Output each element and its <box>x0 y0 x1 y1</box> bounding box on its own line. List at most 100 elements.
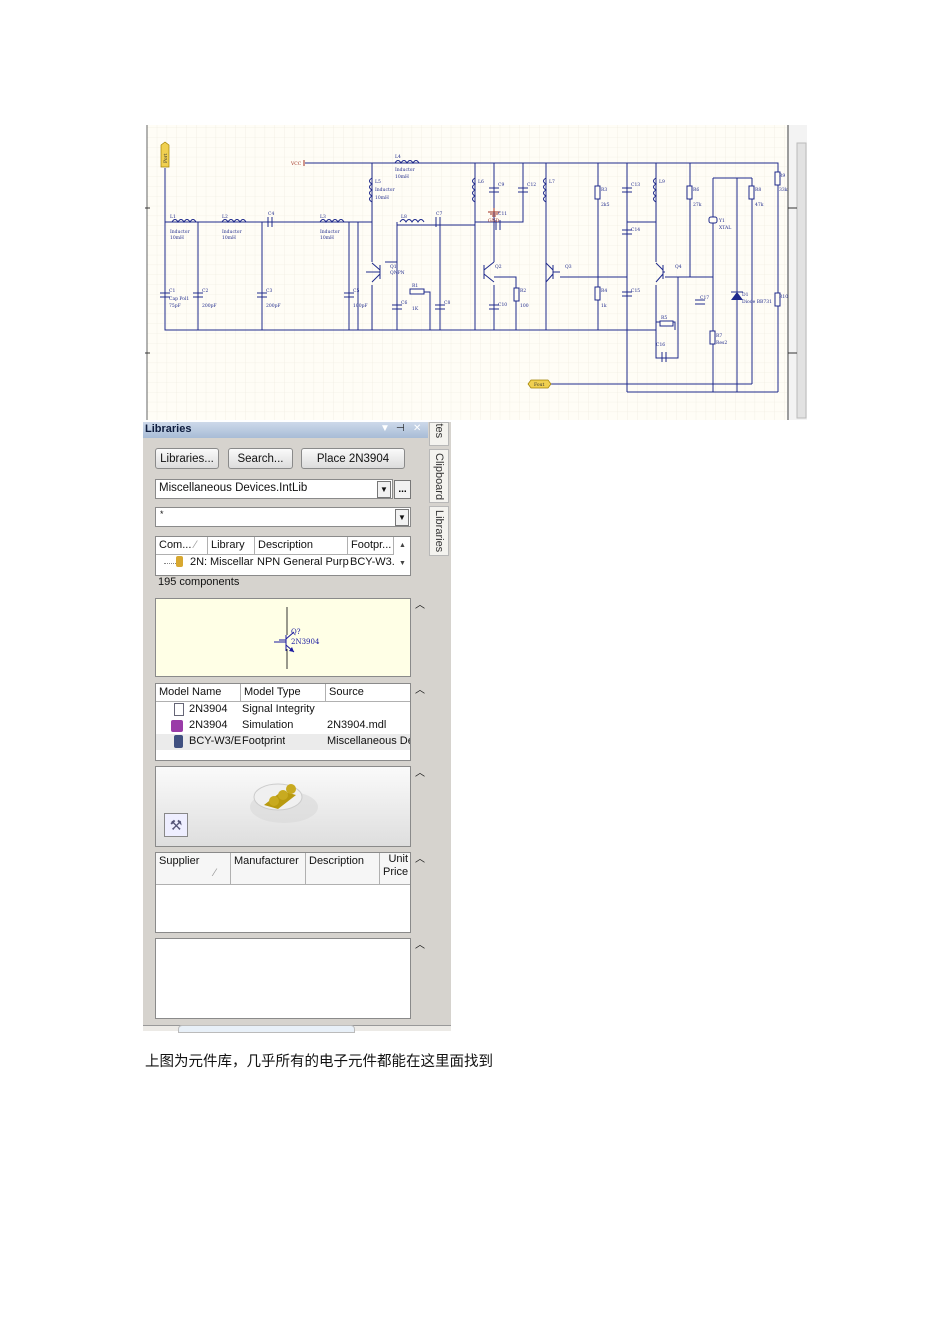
chevron-down-icon[interactable]: ▼ <box>377 481 391 498</box>
svg-text:Q2: Q2 <box>495 264 502 270</box>
svg-text:10mH: 10mH <box>222 235 236 241</box>
col-source[interactable]: Source <box>326 684 410 701</box>
details-box <box>155 938 411 1019</box>
signal-integrity-icon <box>174 703 184 716</box>
model-row[interactable]: 2N3904 Simulation 2N3904.mdl <box>156 718 410 734</box>
svg-text:C11: C11 <box>498 211 507 217</box>
col-manufacturer[interactable]: Manufacturer <box>231 853 306 884</box>
svg-text:Inductor: Inductor <box>395 167 415 173</box>
close-icon[interactable]: ✕ <box>413 423 421 434</box>
svg-text:L4: L4 <box>395 154 401 160</box>
svg-text:C2: C2 <box>202 288 208 294</box>
document-page: GND VCC Port Fout L1 Inductor 10mH L2 In… <box>0 0 950 1344</box>
svg-text:10mH: 10mH <box>320 235 334 241</box>
svg-text:Y1: Y1 <box>718 218 725 224</box>
col-component[interactable]: Com... ⁄ <box>156 537 208 554</box>
svg-text:R3: R3 <box>601 187 607 193</box>
pin-icon[interactable]: ⊣ <box>396 423 405 434</box>
svg-text:100pF: 100pF <box>353 303 368 309</box>
svg-text:1k: 1k <box>601 303 607 309</box>
chevron-down-icon[interactable]: ▼ <box>395 509 409 526</box>
svg-text:10mH: 10mH <box>395 174 409 180</box>
svg-text:L2: L2 <box>222 214 228 220</box>
svg-text:R10: R10 <box>779 294 788 300</box>
col-library[interactable]: Library <box>208 537 255 554</box>
svg-text:10mH: 10mH <box>170 235 184 241</box>
svg-text:Diode BB731: Diode BB731 <box>742 299 772 305</box>
col-supplier-description[interactable]: Description <box>306 853 380 884</box>
col-footprint[interactable]: Footpr... <box>348 537 394 554</box>
port-left[interactable]: Port <box>160 141 170 168</box>
svg-text:200pF: 200pF <box>266 303 281 309</box>
collapse-icon[interactable]: ︿ <box>415 681 425 696</box>
svg-text:Inductor: Inductor <box>375 187 395 193</box>
collapse-icon[interactable]: ︿ <box>415 850 425 865</box>
svg-text:47k: 47k <box>755 202 764 208</box>
collapse-icon[interactable]: ︿ <box>415 764 425 779</box>
svg-text:R4: R4 <box>601 288 607 294</box>
svg-text:C7: C7 <box>436 211 442 217</box>
collapse-icon[interactable]: ︿ <box>415 936 425 951</box>
svg-text:C14: C14 <box>631 227 640 233</box>
more-button[interactable]: ... <box>394 480 411 499</box>
supplier-table: Supplier ⁄ Manufacturer Description Unit … <box>155 852 411 933</box>
libraries-button[interactable]: Libraries... <box>155 448 219 469</box>
port-fout[interactable]: Fout <box>527 379 552 389</box>
library-select[interactable]: Miscellaneous Devices.IntLib ▼ <box>155 479 393 499</box>
col-model-name[interactable]: Model Name <box>156 684 241 701</box>
col-description[interactable]: Description <box>255 537 348 554</box>
svg-text:75pF: 75pF <box>169 303 181 309</box>
svg-text:1K: 1K <box>412 306 419 312</box>
tab-clipboard[interactable]: Clipboard <box>429 449 449 503</box>
svg-text:R7: R7 <box>716 333 722 339</box>
svg-text:Q4: Q4 <box>675 264 682 270</box>
filter-input[interactable]: * ▼ <box>155 507 411 527</box>
component-icon <box>176 556 183 567</box>
svg-text:C17: C17 <box>700 295 709 301</box>
filter-tool-button[interactable]: ⚒ <box>164 813 188 837</box>
tab-libraries[interactable]: Libraries <box>429 506 449 556</box>
svg-text:R5: R5 <box>661 315 667 321</box>
caption-text: 上图为元件库，几乎所有的电子元件都能在这里面找到 <box>145 1054 493 1070</box>
svg-text:2N3904: 2N3904 <box>291 638 320 646</box>
search-button[interactable]: Search... <box>228 448 293 469</box>
svg-text:L7: L7 <box>549 179 555 185</box>
svg-text:C8: C8 <box>444 300 450 306</box>
component-count: 195 components <box>158 576 240 588</box>
svg-text:200pF: 200pF <box>202 303 217 309</box>
svg-text:R1: R1 <box>412 283 418 289</box>
svg-text:Inductor: Inductor <box>222 229 242 235</box>
svg-text:Fout: Fout <box>534 382 544 388</box>
svg-text:XTAL: XTAL <box>719 225 731 231</box>
col-supplier[interactable]: Supplier ⁄ <box>156 853 231 884</box>
components-table: Com... ⁄ Library Description Footpr... 2… <box>155 536 411 576</box>
col-unit-price[interactable]: Unit Price <box>380 853 410 884</box>
panel-title-bar: Libraries ▼ ⊣ ✕ <box>143 422 428 438</box>
svg-text:GND: GND <box>488 218 500 224</box>
libraries-panel: Libraries ▼ ⊣ ✕ Libraries... Search... P… <box>143 422 451 1033</box>
components-scrollbar[interactable]: ▲ ▼ <box>395 537 410 575</box>
symbol-preview: Q? 2N3904 <box>155 598 411 677</box>
table-row[interactable]: 2N: Miscellar NPN General Purp BCY-W3. <box>156 555 394 571</box>
svg-text:L1: L1 <box>170 214 176 220</box>
svg-text:C9: C9 <box>498 182 504 188</box>
svg-text:L3: L3 <box>320 214 326 220</box>
svg-text:Res2: Res2 <box>716 340 727 346</box>
svg-text:Inductor: Inductor <box>320 229 340 235</box>
collapse-icon[interactable]: ︿ <box>415 596 425 611</box>
svg-text:C3: C3 <box>266 288 272 294</box>
svg-text:27k: 27k <box>693 202 702 208</box>
col-model-type[interactable]: Model Type <box>241 684 326 701</box>
model-row[interactable]: BCY-W3/E Footprint Miscellaneous De <box>156 734 410 750</box>
footprint-icon <box>174 735 183 748</box>
svg-text:Port: Port <box>163 153 169 163</box>
place-button[interactable]: Place 2N3904 <box>301 448 405 469</box>
svg-text:L9: L9 <box>659 179 665 185</box>
panel-menu-icon[interactable]: ▼ <box>380 423 390 434</box>
vcc-label: VCC <box>290 161 302 167</box>
3d-footprint-preview: ⚒ <box>155 766 411 847</box>
tab-favorites[interactable]: ites <box>429 422 449 446</box>
simulation-icon <box>171 720 183 732</box>
model-row[interactable]: 2N3904 Signal Integrity <box>156 702 410 718</box>
svg-text:C13: C13 <box>631 182 640 188</box>
